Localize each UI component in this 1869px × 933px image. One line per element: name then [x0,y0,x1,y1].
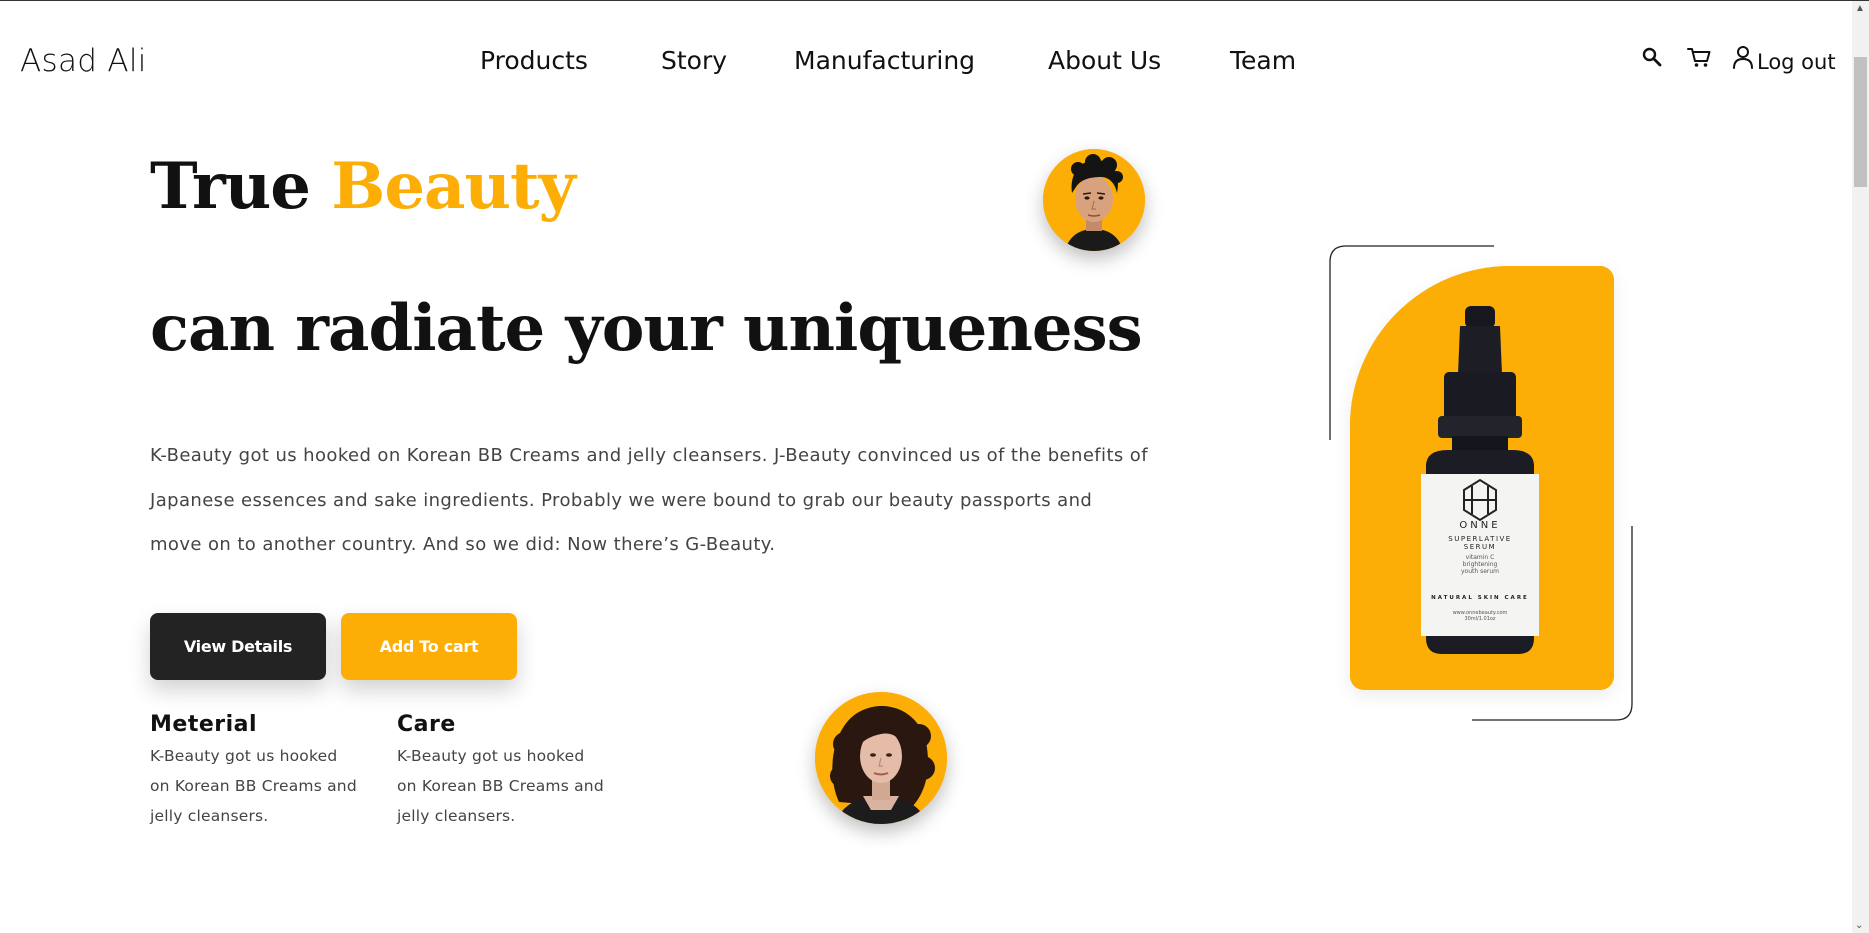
logout-link[interactable]: Log out [1757,50,1836,74]
product-name-line1: SUPERLATIVE [1448,535,1512,543]
hero-description: K-Beauty got us hooked on Korean BB Crea… [150,445,1148,555]
avatar-man [1043,149,1145,251]
hero-title-main: True [150,149,311,224]
hero-title: True Beauty [150,149,576,224]
cart-icon[interactable] [1686,45,1714,75]
nav-products[interactable]: Products [480,46,588,75]
product-detail-1: vitamin C [1465,554,1495,561]
product-label-text: ONNE SUPERLATIVE SERUM vitamin C brighte… [1421,520,1539,622]
add-to-cart-button[interactable]: Add To cart [341,613,517,680]
nav-team[interactable]: Team [1230,46,1296,75]
nav-story[interactable]: Story [661,46,727,75]
product-name-line2: SERUM [1463,543,1497,551]
product-image-card[interactable]: ONNE SUPERLATIVE SERUM vitamin C brighte… [1350,266,1614,690]
main-nav: Products Story Manufacturing About Us Te… [0,46,1869,82]
search-icon[interactable] [1640,45,1668,75]
feature-title: Care [397,712,456,737]
product-brand: ONNE [1459,520,1501,531]
product-detail-3: youth serum [1460,568,1500,575]
avatar-woman [815,692,947,824]
scroll-down-arrow-icon[interactable]: ⌄ [1855,921,1863,931]
feature-care: Care K-Beauty got us hooked on Korean BB… [397,712,617,831]
product-tagline: NATURAL SKIN CARE [1431,595,1529,601]
product-volume: 30ml/1.01oz [1464,616,1496,622]
page-scrollbar[interactable]: ▲ ⌄ [1852,1,1869,933]
feature-text: K-Beauty got us hooked on Korean BB Crea… [397,747,604,825]
view-details-button[interactable]: View Details [150,613,326,680]
feature-title: Meterial [150,712,258,737]
nav-manufacturing[interactable]: Manufacturing [794,46,975,75]
product-detail-2: brightening [1462,561,1498,568]
feature-material: Meterial K-Beauty got us hooked on Korea… [150,712,370,831]
serum-bottle-image [1350,266,1614,690]
hero-title-accent: Beauty [331,149,576,224]
scroll-up-arrow-icon[interactable]: ▲ [1855,4,1865,14]
nav-about-us[interactable]: About Us [1048,46,1161,75]
user-icon[interactable] [1732,45,1753,75]
hero-subtitle: can radiate your uniqueness [150,291,1143,366]
feature-text: K-Beauty got us hooked on Korean BB Crea… [150,747,357,825]
